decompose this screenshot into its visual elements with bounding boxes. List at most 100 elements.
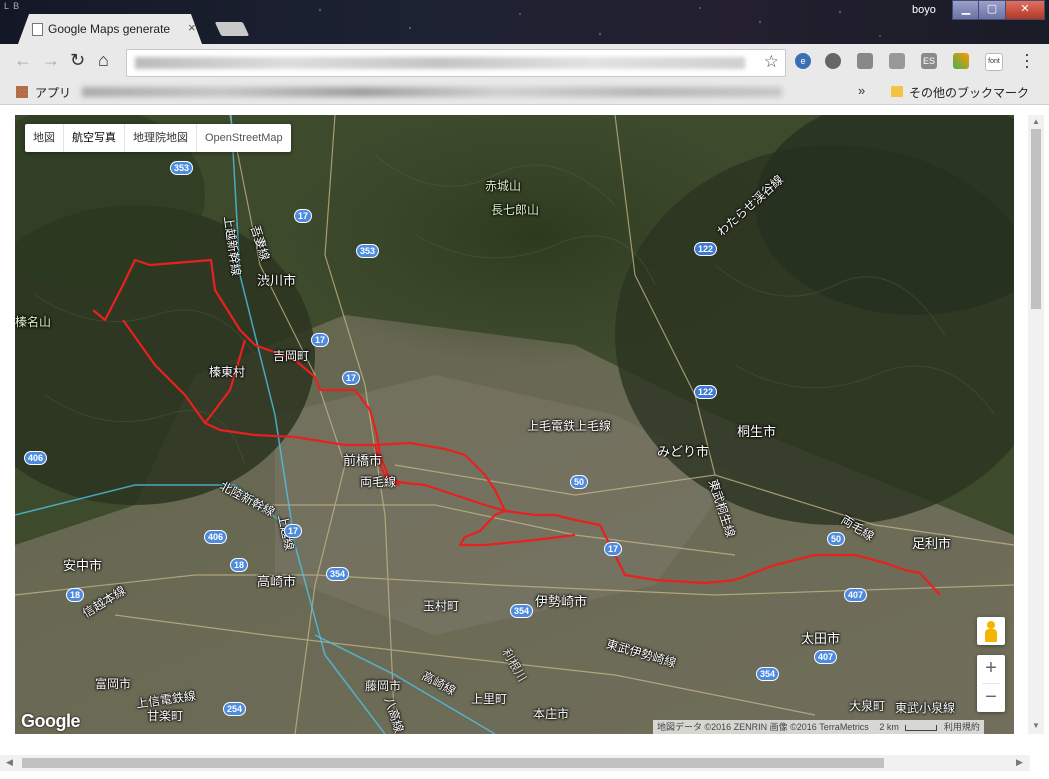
pegman-body (985, 629, 997, 642)
route-shield-407-b: 407 (815, 651, 837, 663)
route-shield-18-a: 18 (231, 559, 248, 571)
label-tamamura: 玉村町 (423, 599, 460, 613)
label-shinto: 榛東村 (209, 365, 246, 379)
label-ashikaga: 足利市 (912, 536, 952, 551)
label-haruna: 榛名山 (15, 315, 52, 329)
map-type-satellite[interactable]: 航空写真 (64, 124, 125, 152)
route-shield-17-a: 17 (295, 210, 312, 222)
label-midori: みどり市 (657, 444, 710, 459)
route-shield-354-b: 354 (511, 605, 533, 617)
map-type-roadmap[interactable]: 地図 (25, 124, 64, 152)
map-type-control: 地図 航空写真 地理院地図 OpenStreetMap (25, 124, 291, 152)
vertical-scrollbar[interactable]: ▲ ▼ (1028, 115, 1044, 734)
minimize-button[interactable]: ▁ (952, 0, 980, 20)
map-attribution: 地図データ ©2016 ZENRIN 画像 ©2016 TerraMetrics… (653, 720, 984, 734)
route-shield-50-b: 50 (828, 533, 845, 545)
label-nanashiro: 長七郎山 (491, 203, 540, 217)
route-shield-122-a: 122 (695, 243, 717, 255)
horizontal-scrollbar[interactable]: ◀ ▶ (0, 755, 1030, 771)
more-bookmarks-button[interactable]: » (858, 83, 865, 98)
label-yoshioka: 吉岡町 (273, 349, 310, 363)
extension-gray-icon[interactable] (889, 53, 905, 69)
zoom-out-button[interactable]: − (977, 684, 1005, 712)
vertical-scroll-thumb[interactable] (1031, 129, 1041, 309)
label-maebashi: 前橋市 (343, 453, 383, 468)
window-titlebar: L B Google Maps generate × boyo ▁ ▢ ✕ (0, 0, 1049, 44)
label-tomioka: 富岡市 (95, 677, 132, 691)
attribution-text: 地図データ ©2016 ZENRIN 画像 ©2016 TerraMetrics (657, 722, 869, 732)
label-kamisato: 上里町 (471, 692, 508, 706)
folder-icon (891, 86, 903, 97)
pegman-head (987, 621, 995, 629)
label-annaka: 安中市 (63, 558, 103, 573)
route-shield-353-a: 353 (171, 162, 193, 174)
label-akagi: 赤城山 (485, 179, 522, 193)
scroll-down-arrow-icon[interactable]: ▼ (1032, 721, 1040, 730)
label-oizumi: 大泉町 (849, 699, 886, 713)
zoom-control: + − (977, 655, 1005, 712)
route-shield-354-c: 354 (757, 668, 779, 680)
label-ota: 太田市 (801, 631, 841, 646)
blurred-bookmarks (82, 87, 782, 97)
route-shield-254: 254 (224, 703, 246, 715)
extension-shield-icon[interactable] (857, 53, 873, 69)
browser-tab[interactable]: Google Maps generate × (18, 14, 202, 44)
extension-grid-icon[interactable] (953, 53, 969, 69)
home-button[interactable]: ⌂ (98, 50, 109, 71)
map-canvas[interactable]: 地図 航空写真 地理院地図 OpenStreetMap 赤城山 長七郎山 榛名山… (15, 115, 1014, 734)
menu-icon[interactable]: · · · (1024, 45, 1030, 75)
map-type-osm[interactable]: OpenStreetMap (197, 124, 291, 152)
browser-toolbar: ← → ↻ ⌂ ☆ e ES font · · · (0, 44, 1049, 80)
label-shibukawa: 渋川市 (257, 273, 297, 288)
scale-bar (905, 724, 938, 731)
route-shield-406-a: 406 (25, 452, 47, 464)
maximize-button[interactable]: ▢ (978, 0, 1006, 20)
label-jomo-line: 上毛電鉄上毛線 (527, 419, 612, 433)
bookmark-star-icon[interactable]: ☆ (764, 52, 779, 72)
back-button[interactable]: ← (14, 50, 32, 71)
scale-label[interactable]: 2 km (879, 722, 899, 732)
label-kiryu: 桐生市 (737, 424, 777, 439)
profile-name[interactable]: boyo (912, 4, 936, 16)
label-isesaki: 伊勢崎市 (535, 594, 588, 609)
bookmarks-bar: アプリ » その他のブックマーク (0, 80, 1049, 105)
label-takasaki: 高崎市 (257, 574, 297, 589)
route-shield-18-b: 18 (67, 589, 84, 601)
reload-button[interactable]: ↻ (70, 50, 85, 71)
address-bar[interactable]: ☆ (126, 49, 786, 77)
route-shield-50-a: 50 (571, 476, 588, 488)
zoom-in-button[interactable]: + (977, 655, 1005, 683)
route-shield-17-e: 17 (285, 525, 302, 537)
extension-es-icon[interactable]: ES (921, 53, 937, 69)
scroll-right-arrow-icon[interactable]: ▶ (1016, 757, 1023, 768)
map-type-gsi[interactable]: 地理院地図 (125, 124, 197, 152)
google-logo: Google (21, 711, 81, 731)
scroll-up-arrow-icon[interactable]: ▲ (1032, 117, 1040, 126)
extension-e-icon[interactable]: e (795, 53, 811, 69)
horizontal-scroll-thumb[interactable] (22, 758, 884, 768)
route-shield-407-a: 407 (845, 589, 867, 601)
forward-button[interactable]: → (42, 50, 60, 71)
new-tab-button[interactable] (214, 22, 250, 36)
label-honjo: 本庄市 (533, 707, 570, 721)
street-view-pegman-icon[interactable] (977, 617, 1005, 645)
route-shield-406-b: 406 (205, 531, 227, 543)
blurred-url (135, 57, 745, 69)
label-fujioka: 藤岡市 (365, 679, 402, 693)
apps-bookmark[interactable]: アプリ (35, 84, 71, 101)
close-window-button[interactable]: ✕ (1005, 0, 1045, 20)
route-shield-354-a: 354 (327, 568, 349, 580)
page-icon (32, 23, 43, 36)
extension-circle-icon[interactable] (825, 53, 841, 69)
route-shield-122-b: 122 (695, 386, 717, 398)
apps-grid-icon[interactable] (16, 86, 28, 98)
window-logo: L B (4, 1, 21, 11)
terms-link[interactable]: 利用規約 (944, 722, 980, 732)
route-shield-17-c: 17 (343, 372, 360, 384)
route-shield-17-d: 17 (605, 543, 622, 555)
other-bookmarks-folder[interactable]: その他のブックマーク (909, 84, 1029, 101)
scroll-left-arrow-icon[interactable]: ◀ (6, 757, 13, 768)
route-shield-17-b: 17 (312, 334, 329, 346)
tab-close-icon[interactable]: × (188, 20, 196, 35)
extension-font-icon[interactable]: font (985, 53, 1003, 71)
